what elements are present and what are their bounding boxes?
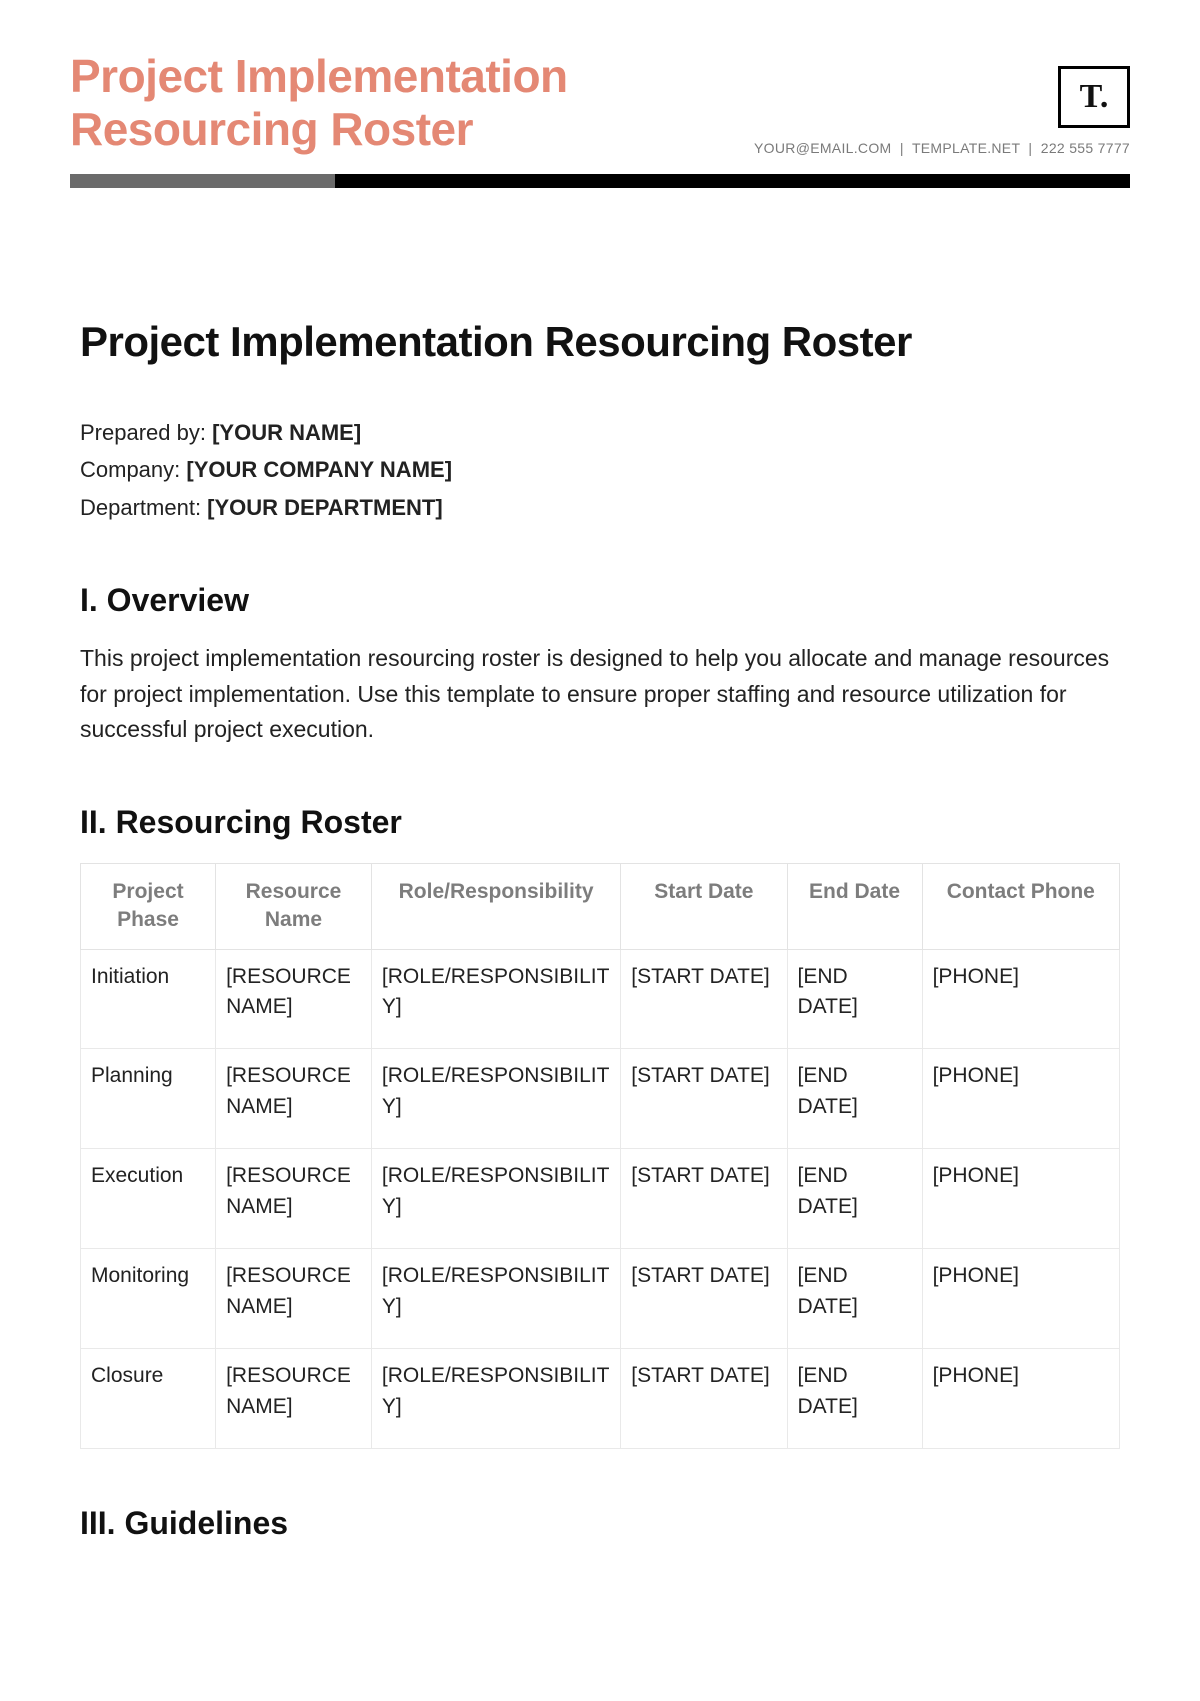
divider-segment-gray xyxy=(70,174,335,188)
page-title: Project Implementation Resourcing Roster xyxy=(80,318,1120,366)
cell-start-date: [START DATE] xyxy=(621,949,787,1049)
cell-end-date: [END DATE] xyxy=(787,1049,922,1149)
cell-start-date: [START DATE] xyxy=(621,1149,787,1249)
department-value: [YOUR DEPARTMENT] xyxy=(207,495,442,520)
table-row: Initiation [RESOURCE NAME] [ROLE/RESPONS… xyxy=(81,949,1120,1049)
th-role-responsibility: Role/Responsibility xyxy=(371,863,620,949)
th-project-phase: Project Phase xyxy=(81,863,216,949)
header-title-line2: Resourcing Roster xyxy=(70,103,754,156)
meta-prepared-by: Prepared by: [YOUR NAME] xyxy=(80,414,1120,451)
cell-start-date: [START DATE] xyxy=(621,1249,787,1349)
cell-role: [ROLE/RESPONSIBILITY] xyxy=(371,1149,620,1249)
th-end-date: End Date xyxy=(787,863,922,949)
section-heading-roster: II. Resourcing Roster xyxy=(80,804,1120,841)
table-body: Initiation [RESOURCE NAME] [ROLE/RESPONS… xyxy=(81,949,1120,1448)
cell-resource-name: [RESOURCE NAME] xyxy=(216,1349,372,1449)
table-row: Monitoring [RESOURCE NAME] [ROLE/RESPONS… xyxy=(81,1249,1120,1349)
cell-end-date: [END DATE] xyxy=(787,1349,922,1449)
header-divider xyxy=(70,174,1130,188)
brand-logo: T. xyxy=(1058,66,1130,128)
divider-segment-black xyxy=(335,174,1130,188)
cell-contact-phone: [PHONE] xyxy=(922,1249,1119,1349)
table-row: Closure [RESOURCE NAME] [ROLE/RESPONSIBI… xyxy=(81,1349,1120,1449)
header-title-line1: Project Implementation xyxy=(70,50,754,103)
cell-contact-phone: [PHONE] xyxy=(922,1149,1119,1249)
cell-role: [ROLE/RESPONSIBILITY] xyxy=(371,1049,620,1149)
company-value: [YOUR COMPANY NAME] xyxy=(186,457,452,482)
cell-role: [ROLE/RESPONSIBILITY] xyxy=(371,1249,620,1349)
cell-contact-phone: [PHONE] xyxy=(922,949,1119,1049)
header-title-block: Project Implementation Resourcing Roster xyxy=(70,50,754,156)
cell-phase: Execution xyxy=(81,1149,216,1249)
meta-department: Department: [YOUR DEPARTMENT] xyxy=(80,489,1120,526)
th-resource-name: Resource Name xyxy=(216,863,372,949)
section-heading-overview: I. Overview xyxy=(80,582,1120,619)
cell-resource-name: [RESOURCE NAME] xyxy=(216,1149,372,1249)
section-heading-guidelines: III. Guidelines xyxy=(80,1505,1120,1542)
contact-email: YOUR@EMAIL.COM xyxy=(754,140,891,156)
table-row: Execution [RESOURCE NAME] [ROLE/RESPONSI… xyxy=(81,1149,1120,1249)
department-label: Department: xyxy=(80,495,207,520)
cell-start-date: [START DATE] xyxy=(621,1049,787,1149)
cell-contact-phone: [PHONE] xyxy=(922,1349,1119,1449)
cell-end-date: [END DATE] xyxy=(787,949,922,1049)
header-contact-line: YOUR@EMAIL.COM | TEMPLATE.NET | 222 555 … xyxy=(754,140,1130,156)
cell-resource-name: [RESOURCE NAME] xyxy=(216,949,372,1049)
cell-role: [ROLE/RESPONSIBILITY] xyxy=(371,1349,620,1449)
cell-end-date: [END DATE] xyxy=(787,1249,922,1349)
prepared-by-value: [YOUR NAME] xyxy=(212,420,361,445)
cell-resource-name: [RESOURCE NAME] xyxy=(216,1049,372,1149)
cell-end-date: [END DATE] xyxy=(787,1149,922,1249)
company-label: Company: xyxy=(80,457,186,482)
contact-site: TEMPLATE.NET xyxy=(912,140,1020,156)
document-page: Project Implementation Resourcing Roster… xyxy=(0,0,1200,1542)
th-start-date: Start Date xyxy=(621,863,787,949)
cell-resource-name: [RESOURCE NAME] xyxy=(216,1249,372,1349)
cell-phase: Closure xyxy=(81,1349,216,1449)
contact-phone: 222 555 7777 xyxy=(1041,140,1130,156)
overview-body-text: This project implementation resourcing r… xyxy=(80,641,1120,748)
brand-logo-text: T. xyxy=(1080,78,1109,116)
cell-contact-phone: [PHONE] xyxy=(922,1049,1119,1149)
th-contact-phone: Contact Phone xyxy=(922,863,1119,949)
meta-company: Company: [YOUR COMPANY NAME] xyxy=(80,451,1120,488)
document-header: Project Implementation Resourcing Roster… xyxy=(70,50,1130,174)
prepared-by-label: Prepared by: xyxy=(80,420,212,445)
header-right-block: T. YOUR@EMAIL.COM | TEMPLATE.NET | 222 5… xyxy=(754,66,1130,156)
table-row: Planning [RESOURCE NAME] [ROLE/RESPONSIB… xyxy=(81,1049,1120,1149)
resourcing-roster-table: Project Phase Resource Name Role/Respons… xyxy=(80,863,1120,1449)
cell-phase: Initiation xyxy=(81,949,216,1049)
cell-phase: Planning xyxy=(81,1049,216,1149)
cell-start-date: [START DATE] xyxy=(621,1349,787,1449)
cell-role: [ROLE/RESPONSIBILITY] xyxy=(371,949,620,1049)
document-body: Project Implementation Resourcing Roster… xyxy=(70,188,1130,1542)
cell-phase: Monitoring xyxy=(81,1249,216,1349)
table-header-row: Project Phase Resource Name Role/Respons… xyxy=(81,863,1120,949)
